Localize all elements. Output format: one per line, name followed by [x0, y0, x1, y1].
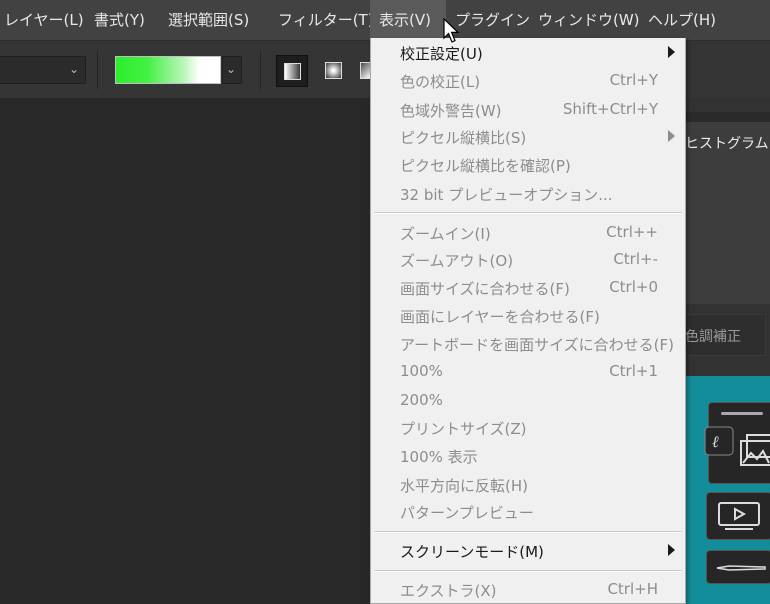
menu-select[interactable]: 選択範囲(S)	[168, 0, 249, 40]
menu-window[interactable]: ウィンドウ(W)	[538, 0, 640, 40]
chevron-down-icon: ⌄	[226, 62, 237, 76]
menu-layer[interactable]: レイヤー(L)	[4, 0, 84, 40]
menu-separator	[374, 212, 682, 214]
menu-type[interactable]: 書式(Y)	[94, 0, 145, 40]
menu-item-100-percent[interactable]: 100% Ctrl+1	[371, 359, 685, 385]
menu-item-flip-horizontal[interactable]: 水平方向に反転(H)	[371, 472, 685, 498]
menu-item-32bit-preview[interactable]: 32 bit プレビューオプション...	[371, 181, 685, 207]
menu-item-fit-artboard-on-screen[interactable]: アートボードを画面サイズに合わせる(F)	[371, 331, 685, 357]
menu-item-pixel-aspect-correction[interactable]: ピクセル縦横比を確認(P)	[371, 152, 685, 178]
submenu-arrow-icon	[668, 46, 675, 58]
menu-item-200-percent[interactable]: 200%	[371, 388, 685, 414]
divider	[721, 412, 763, 415]
menu-item-proof-setup[interactable]: 校正設定(U)	[371, 40, 685, 66]
menu-separator	[374, 531, 682, 533]
tab-adjustments-label: 色調補正	[685, 329, 741, 345]
view-menu-dropdown: 校正設定(U) 色の校正(L) Ctrl+Y 色域外警告(W) Shift+Ct…	[370, 38, 686, 604]
menu-item-zoom-in[interactable]: ズームイン(I) Ctrl++	[371, 220, 685, 246]
menu-help[interactable]: ヘルプ(H)	[648, 0, 716, 40]
radial-gradient-button[interactable]	[318, 55, 350, 87]
menu-item-fit-layer-on-screen[interactable]: 画面にレイヤーを合わせる(F)	[371, 303, 685, 329]
brush-icon	[716, 565, 766, 571]
menu-item-fit-on-screen[interactable]: 画面サイズに合わせる(F) Ctrl+0	[371, 275, 685, 301]
radial-gradient-icon	[325, 62, 342, 79]
menu-view[interactable]: 表示(V)	[370, 0, 446, 40]
right-panel-dock: ヒストグラム 色調補正 ℓ	[680, 98, 770, 604]
video-player-icon	[718, 502, 760, 530]
menu-item-pixel-aspect-ratio[interactable]: ピクセル縦横比(S)	[371, 124, 685, 150]
gradient-preview-swatch[interactable]	[115, 56, 221, 84]
menu-bar: レイヤー(L) 書式(Y) 選択範囲(S) フィルター(T) 表示(V) プラグ…	[0, 0, 770, 40]
menu-item-print-size[interactable]: プリントサイズ(Z)	[371, 415, 685, 441]
submenu-arrow-icon	[668, 130, 675, 142]
submenu-arrow-icon	[668, 544, 675, 556]
tool-preset-select[interactable]: ⌄	[0, 56, 86, 84]
divider	[260, 51, 261, 89]
svg-text:ℓ: ℓ	[712, 432, 719, 451]
angle-gradient-icon	[360, 62, 370, 79]
learn-panel: ℓ	[686, 376, 770, 604]
menu-item-pattern-preview[interactable]: パターンプレビュー	[371, 499, 685, 525]
menu-item-zoom-out[interactable]: ズームアウト(O) Ctrl+-	[371, 247, 685, 273]
menu-item-proof-colors[interactable]: 色の校正(L) Ctrl+Y	[371, 68, 685, 94]
menu-separator	[374, 570, 682, 572]
menu-item-gamut-warning[interactable]: 色域外警告(W) Shift+Ctrl+Y	[371, 97, 685, 123]
mouse-cursor-icon	[443, 18, 460, 43]
learn-card[interactable]	[706, 492, 770, 540]
divider	[97, 51, 98, 89]
menu-plugins[interactable]: プラグイン	[455, 0, 530, 40]
tab-histogram[interactable]: ヒストグラム	[680, 122, 770, 164]
tab-histogram-label: ヒストグラム	[685, 136, 769, 152]
gradient-picker-dropdown[interactable]: ⌄	[222, 56, 242, 84]
histogram-panel	[680, 164, 770, 304]
pen-icon: ℓ	[704, 426, 734, 456]
learn-card[interactable]	[706, 550, 770, 584]
menu-item-100-percent-view[interactable]: 100% 表示	[371, 443, 685, 469]
linear-gradient-icon	[284, 63, 301, 80]
linear-gradient-button[interactable]	[276, 55, 308, 87]
image-stack-icon	[740, 434, 770, 466]
angle-gradient-button[interactable]	[356, 55, 370, 87]
tab-adjustments[interactable]: 色調補正	[680, 314, 766, 356]
menu-item-screen-mode[interactable]: スクリーンモード(M)	[371, 538, 685, 564]
menu-item-extras[interactable]: エクストラ(X) Ctrl+H	[371, 577, 685, 603]
menu-filter[interactable]: フィルター(T)	[278, 0, 374, 40]
chevron-down-icon: ⌄	[68, 62, 79, 76]
